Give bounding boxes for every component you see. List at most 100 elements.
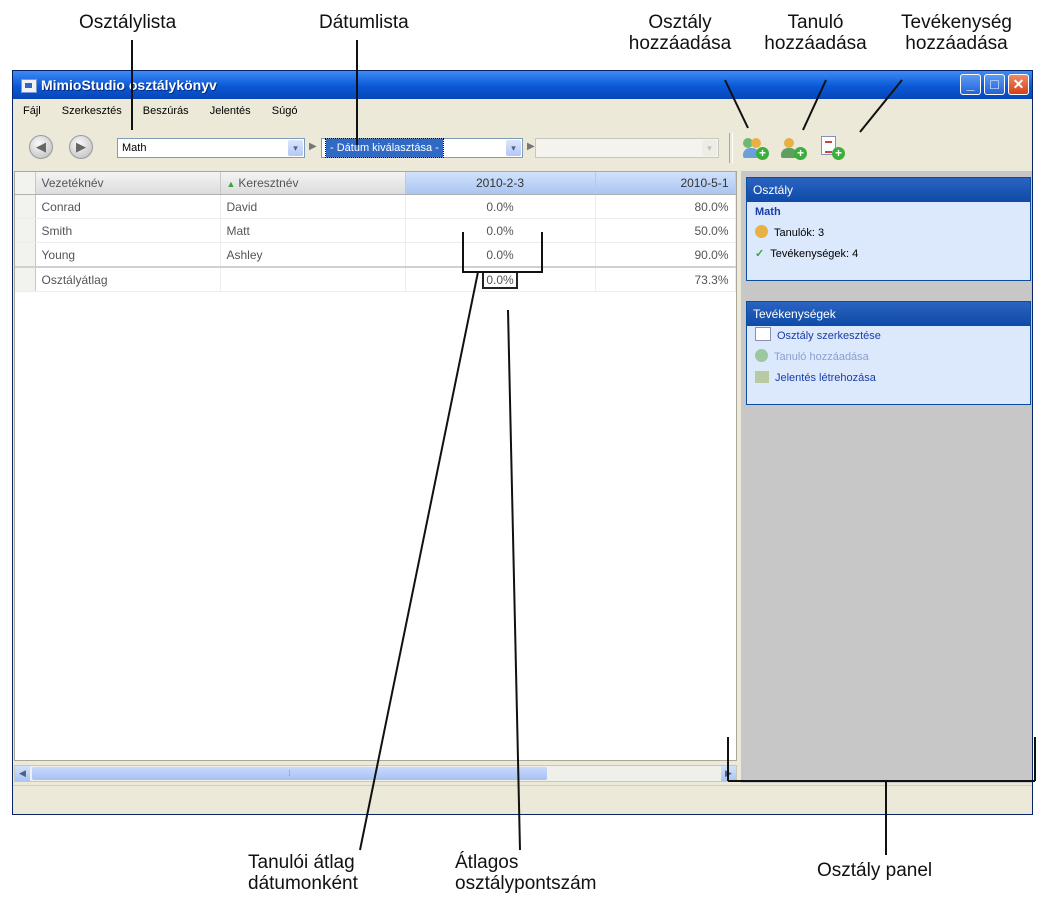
callout-add-student-line2: hozzáadása	[764, 33, 867, 54]
cell-first-name[interactable]: Ashley	[220, 242, 406, 268]
class-panel: Osztály Math Tanulók: 3 ✓ Tevékenységek: …	[741, 171, 1032, 783]
callout-class-average: Átlagos osztálypontszám	[455, 852, 597, 894]
chevron-down-icon[interactable]: ▾	[702, 140, 717, 156]
toolbar-divider	[729, 133, 733, 163]
cell-score[interactable]: 50.0%	[595, 218, 736, 243]
class-average-label: Osztályátlag	[35, 266, 221, 292]
forward-button[interactable]: ▶	[69, 135, 93, 159]
cell-last-name[interactable]: Smith	[35, 218, 221, 243]
row-gutter	[15, 172, 36, 195]
activities-count: Tevékenységek: 4	[770, 248, 859, 260]
class-info-card: Osztály Math Tanulók: 3 ✓ Tevékenységek: …	[746, 177, 1031, 281]
column-header-date-2[interactable]: 2010-5-1	[595, 172, 736, 195]
scroll-grip-icon: ⁞	[288, 769, 291, 778]
close-icon: ✕	[1012, 76, 1025, 92]
chevron-down-icon[interactable]: ▾	[288, 140, 303, 156]
callout-add-class: Osztály hozzáadása	[620, 12, 740, 54]
callout-class-average-line1: Átlagos	[455, 852, 519, 873]
gradebook-window: MimioStudio osztálykönyv _ □ ✕ Fájl Szer…	[12, 70, 1033, 815]
edit-class-label: Osztály szerkesztése	[777, 330, 881, 342]
cell-score[interactable]: 0.0%	[405, 218, 596, 243]
plus-icon: +	[756, 147, 769, 160]
edit-class-link[interactable]: Osztály szerkesztése	[747, 326, 1030, 347]
class-list-dropdown[interactable]: Math ▾	[117, 138, 305, 158]
table-row[interactable]: Conrad David 0.0% 80.0%	[15, 194, 736, 219]
menu-insert[interactable]: Beszúrás	[143, 105, 189, 117]
students-count-row: Tanulók: 3	[747, 223, 1030, 244]
callout-class-list: Osztálylista	[79, 12, 177, 33]
grid-header-row: Vezetéknév ▲ Keresztnév 2010-2-3 2010-5-1	[15, 172, 736, 195]
breadcrumb-separator-icon: ▶	[527, 141, 535, 152]
cell-score[interactable]: 80.0%	[595, 194, 736, 219]
activity-list-dropdown[interactable]: ▾	[535, 138, 719, 158]
cell-last-name[interactable]: Young	[35, 242, 221, 268]
toolbar: ◀ ▶ Math ▾ ▶ - Dátum kiválasztása - ▾ ▶ …	[13, 123, 1032, 169]
cell-last-name[interactable]: Conrad	[35, 194, 221, 219]
checkmark-icon: ✓	[755, 248, 765, 260]
add-student-label: Tanuló hozzáadása	[774, 351, 869, 363]
add-class-button[interactable]: +	[743, 136, 769, 160]
cell-first-name[interactable]: Matt	[220, 218, 406, 243]
scroll-thumb[interactable]: ⁞	[32, 767, 547, 780]
class-name: Math	[755, 206, 781, 218]
create-report-label: Jelentés létrehozása	[775, 372, 876, 384]
cell-score[interactable]: 0.0%	[405, 242, 596, 268]
date-list-dropdown[interactable]: - Dátum kiválasztása - ▾	[321, 138, 523, 158]
minimize-button[interactable]: _	[960, 74, 981, 95]
window-title: MimioStudio osztálykönyv	[41, 77, 217, 93]
maximize-button[interactable]: □	[984, 74, 1005, 95]
create-report-link[interactable]: Jelentés létrehozása	[747, 368, 1030, 389]
callout-add-student-line1: Tanuló	[787, 12, 844, 33]
menu-file[interactable]: Fájl	[23, 105, 41, 117]
scroll-right-icon[interactable]: ▶	[721, 766, 736, 781]
menu-bar: Fájl Szerkesztés Beszúrás Jelentés Súgó	[13, 101, 1032, 121]
report-icon	[755, 371, 769, 383]
cell-score[interactable]: 0.0%	[405, 194, 596, 219]
class-average-value: 73.3%	[595, 266, 736, 292]
horizontal-scrollbar[interactable]: ◀ ⁞ ▶	[14, 765, 737, 782]
edit-pencil-icon	[755, 327, 771, 341]
row-gutter	[15, 242, 36, 268]
actions-card: Tevékenységek Osztály szerkesztése Tanul…	[746, 301, 1031, 405]
class-list-value: Math	[122, 142, 147, 154]
back-arrow-icon: ◀	[36, 139, 46, 154]
add-student-button[interactable]: +	[781, 136, 807, 160]
menu-help[interactable]: Súgó	[272, 105, 298, 117]
column-header-first-name[interactable]: ▲ Keresztnév	[220, 172, 406, 195]
class-average-cell: 0.0%	[405, 266, 596, 292]
callout-add-student: Tanuló hozzáadása	[758, 12, 873, 54]
status-bar	[13, 785, 1032, 814]
callout-add-activity: Tevékenység hozzáadása	[884, 12, 1029, 54]
row-gutter	[15, 218, 36, 243]
close-button[interactable]: ✕	[1008, 74, 1029, 95]
app-icon	[21, 79, 37, 93]
title-bar[interactable]: MimioStudio osztálykönyv _ □ ✕	[13, 71, 1032, 99]
date-list-value: - Dátum kiválasztása -	[325, 138, 444, 158]
callout-add-class-line2: hozzáadása	[628, 33, 732, 54]
back-button[interactable]: ◀	[29, 135, 53, 159]
scroll-left-icon[interactable]: ◀	[15, 766, 30, 781]
add-activity-button[interactable]: +	[819, 136, 845, 160]
cell-first-name[interactable]: David	[220, 194, 406, 219]
callout-student-average-line1: Tanulói átlag	[248, 852, 355, 873]
table-row[interactable]: Young Ashley 0.0% 90.0%	[15, 242, 736, 268]
class-average-row: Osztályátlag 0.0% 73.3%	[15, 266, 736, 292]
table-row[interactable]: Smith Matt 0.0% 50.0%	[15, 218, 736, 243]
menu-edit[interactable]: Szerkesztés	[62, 105, 122, 117]
breadcrumb-separator-icon: ▶	[309, 141, 317, 152]
add-student-link[interactable]: Tanuló hozzáadása	[747, 347, 1030, 368]
forward-arrow-icon: ▶	[76, 139, 86, 154]
chevron-down-icon[interactable]: ▾	[506, 140, 521, 156]
column-header-last-name[interactable]: Vezetéknév	[35, 172, 221, 195]
students-count: Tanulók: 3	[774, 227, 825, 239]
callout-class-average-line2: osztálypontszám	[455, 873, 597, 894]
callout-add-class-line1: Osztály	[648, 12, 712, 33]
callout-add-activity-line2: hozzáadása	[905, 33, 1008, 54]
callout-student-average-line2: dátumonként	[248, 873, 358, 894]
plus-icon: +	[794, 147, 807, 160]
menu-report[interactable]: Jelentés	[210, 105, 251, 117]
actions-header[interactable]: Tevékenységek	[747, 302, 1030, 326]
class-info-header[interactable]: Osztály	[747, 178, 1030, 202]
cell-score[interactable]: 90.0%	[595, 242, 736, 268]
column-header-date-1[interactable]: 2010-2-3	[405, 172, 596, 195]
